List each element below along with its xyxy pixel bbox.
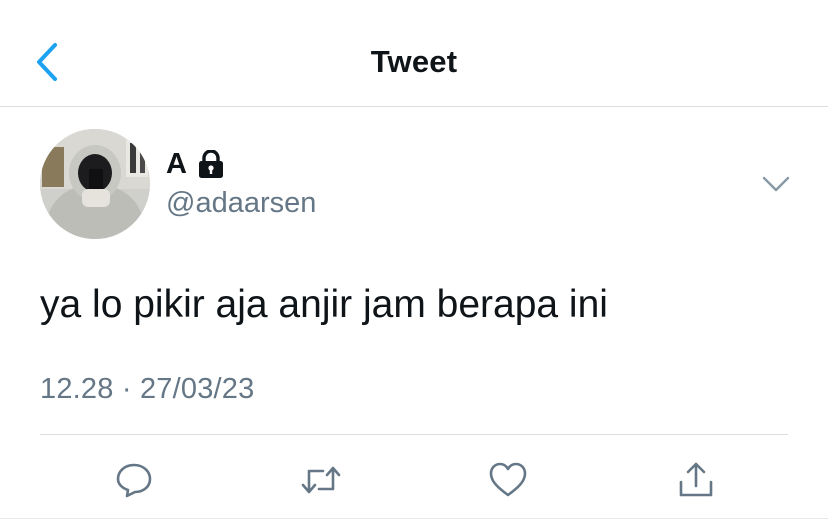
tweet-date: 27/03/23: [139, 373, 255, 405]
more-options-button[interactable]: [760, 170, 792, 198]
page-title: Tweet: [370, 44, 458, 79]
bottom-divider: [0, 518, 828, 519]
heart-icon: [489, 462, 527, 497]
chevron-down-icon: [762, 176, 790, 192]
tweet-actions-bar: [0, 455, 828, 505]
display-name[interactable]: A: [166, 148, 187, 180]
reply-button[interactable]: [109, 455, 159, 505]
share-button[interactable]: [671, 455, 721, 505]
timestamp-separator: ·: [121, 373, 132, 405]
top-nav-bar: Tweet: [0, 0, 828, 107]
retweet-button[interactable]: [296, 455, 346, 505]
lock-icon: [198, 150, 223, 178]
tweet-text: ya lo pikir aja anjir jam berapa ini: [40, 283, 608, 326]
tweet-time: 12.28: [40, 373, 114, 405]
retweet-icon: [301, 466, 341, 494]
share-icon: [679, 462, 713, 497]
reply-icon: [116, 463, 152, 498]
avatar-photo: [40, 129, 150, 239]
user-handle[interactable]: @adaarsen: [166, 187, 316, 220]
author-name-row: A: [166, 148, 225, 180]
divider: [40, 434, 788, 435]
avatar[interactable]: [40, 129, 150, 239]
tweet-timestamp: 12.28 · 27/03/23: [40, 373, 254, 406]
like-button[interactable]: [483, 455, 533, 505]
